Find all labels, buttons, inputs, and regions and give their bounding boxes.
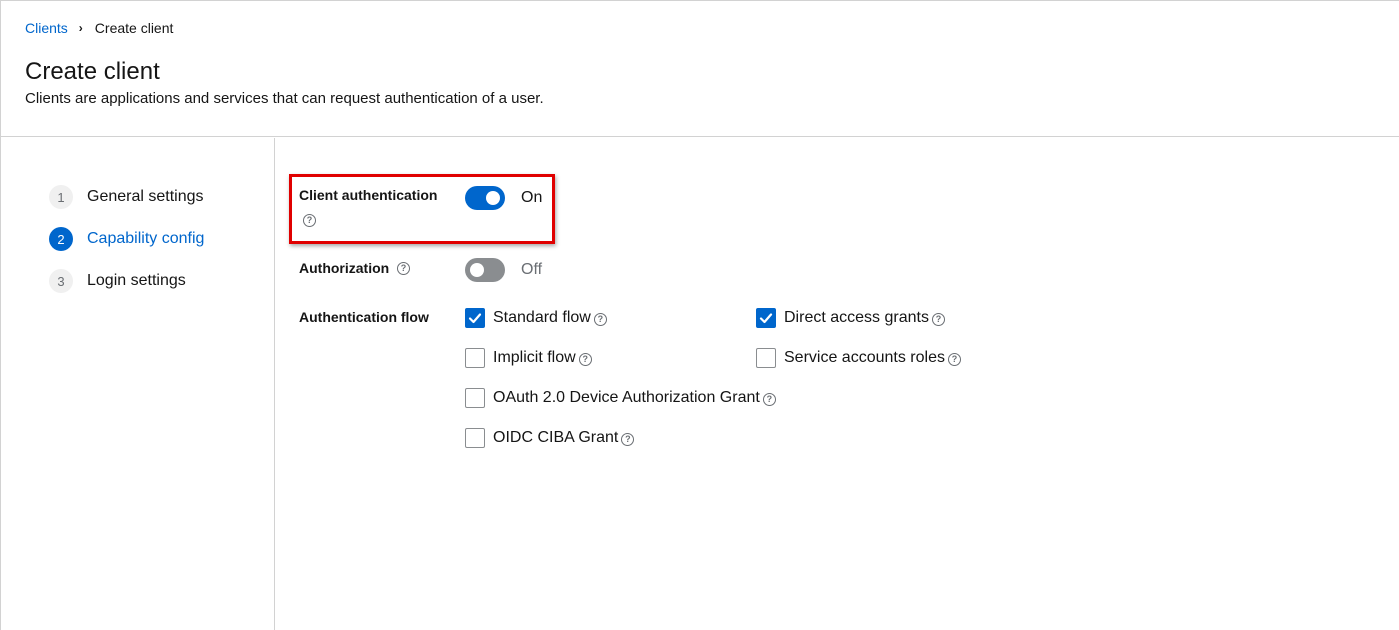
question-circle-icon[interactable]: ?: [303, 214, 316, 227]
oidc-ciba-grant-checkbox[interactable]: OIDC CIBA Grant ?: [465, 428, 635, 448]
page-description: Clients are applications and services th…: [25, 90, 544, 107]
checkbox-label: OIDC CIBA Grant: [493, 429, 619, 446]
question-circle-icon[interactable]: ?: [931, 313, 945, 326]
wizard-step-capability-config[interactable]: 2 Capability config: [49, 227, 204, 251]
step-number: 1: [49, 185, 73, 209]
switch-knob: [470, 263, 484, 277]
question-circle-icon[interactable]: ?: [621, 433, 635, 446]
chevron-right-icon: ›: [78, 21, 83, 35]
client-authentication-state: On: [521, 189, 543, 206]
page-title: Create client: [25, 58, 160, 85]
check-icon: [759, 313, 773, 324]
question-circle-icon[interactable]: ?: [593, 313, 607, 326]
page-header: Clients › Create client Create client Cl…: [0, 0, 1399, 137]
highlight-box: [289, 174, 555, 244]
checkbox[interactable]: [465, 308, 485, 328]
question-circle-icon[interactable]: ?: [397, 262, 410, 275]
standard-flow-checkbox[interactable]: Standard flow ?: [465, 308, 607, 328]
implicit-flow-checkbox[interactable]: Implicit flow ?: [465, 348, 592, 368]
authorization-label: Authorization: [299, 260, 390, 276]
checkbox-label: Service accounts roles: [784, 349, 945, 366]
client-authentication-switch[interactable]: [465, 186, 505, 210]
step-label: Login settings: [87, 272, 186, 289]
authorization-state: Off: [521, 261, 543, 278]
checkbox-label: Standard flow: [493, 309, 591, 326]
service-accounts-roles-checkbox[interactable]: Service accounts roles ?: [756, 348, 961, 368]
step-number: 3: [49, 269, 73, 293]
question-circle-icon[interactable]: ?: [762, 393, 776, 406]
checkbox[interactable]: [465, 388, 485, 408]
breadcrumb: Clients › Create client: [25, 20, 173, 36]
checkbox[interactable]: [465, 428, 485, 448]
wizard-step-login-settings[interactable]: 3 Login settings: [49, 269, 186, 293]
switch-knob: [486, 191, 500, 205]
checkbox-label: Implicit flow: [493, 349, 576, 366]
breadcrumb-clients-link[interactable]: Clients: [25, 20, 68, 36]
authentication-flow-label: Authentication flow: [299, 309, 429, 325]
check-icon: [468, 313, 482, 324]
wizard-step-general-settings[interactable]: 1 General settings: [49, 185, 204, 209]
step-label: General settings: [87, 188, 204, 205]
question-circle-icon[interactable]: ?: [947, 353, 961, 366]
checkbox-label: OAuth 2.0 Device Authorization Grant: [493, 389, 760, 406]
step-number: 2: [49, 227, 73, 251]
checkbox[interactable]: [756, 348, 776, 368]
checkbox-label: Direct access grants: [784, 309, 929, 326]
breadcrumb-current: Create client: [94, 20, 174, 36]
direct-access-grants-checkbox[interactable]: Direct access grants ?: [756, 308, 945, 328]
checkbox[interactable]: [465, 348, 485, 368]
authorization-switch[interactable]: [465, 258, 505, 282]
question-circle-icon[interactable]: ?: [578, 353, 592, 366]
checkbox[interactable]: [756, 308, 776, 328]
step-label: Capability config: [87, 230, 205, 247]
oauth-device-authorization-grant-checkbox[interactable]: OAuth 2.0 Device Authorization Grant ?: [465, 388, 776, 408]
client-authentication-label: Client authentication: [299, 187, 438, 203]
wizard-nav: [0, 138, 275, 630]
